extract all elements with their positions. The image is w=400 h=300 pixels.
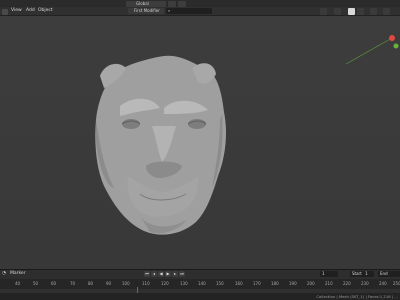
current-frame-field[interactable]: 1: [320, 271, 338, 277]
play-reverse-button[interactable]: ◀: [158, 271, 164, 277]
status-info: Collection | Mesh (SKT_1) | Faces:1,216 …: [316, 294, 398, 299]
ruler-tick: 40: [15, 281, 21, 286]
start-value: 1: [365, 271, 368, 276]
view-dropdown[interactable]: First Modifier: [128, 8, 164, 14]
viewport-header: View Add Object First Modifier ⌕: [0, 7, 400, 16]
editor-type-icon[interactable]: [2, 9, 8, 15]
play-button[interactable]: ▶: [165, 271, 171, 277]
ruler-tick: 110: [142, 281, 150, 286]
jump-start-button[interactable]: ⏮: [144, 271, 150, 277]
ruler-tick: 210: [325, 281, 333, 286]
ruler-tick: 90: [106, 281, 112, 286]
overlay-icon[interactable]: [320, 8, 327, 15]
ruler-tick: 140: [198, 281, 206, 286]
menu-object[interactable]: Object: [36, 8, 55, 14]
status-bar: Collection | Mesh (SKT_1) | Faces:1,216 …: [0, 293, 400, 300]
end-label: End: [380, 271, 388, 276]
prev-keyframe-button[interactable]: ◂: [151, 271, 157, 277]
ruler-tick: 60: [51, 281, 57, 286]
lion-head-mesh[interactable]: [95, 55, 226, 235]
ruler-tick: 70: [70, 281, 76, 286]
navigation-gizmo[interactable]: [345, 35, 399, 65]
search-field[interactable]: ⌕: [166, 8, 212, 14]
ruler-tick: 160: [235, 281, 243, 286]
timeline-editor-icon[interactable]: ◔: [0, 271, 8, 277]
ruler-tick: 230: [361, 281, 369, 286]
solid-shading-icon[interactable]: [348, 8, 355, 15]
menu-view[interactable]: View: [9, 8, 24, 14]
end-frame-field[interactable]: End: [378, 271, 400, 277]
ruler-tick: 120: [161, 281, 169, 286]
ruler-tick: 80: [88, 281, 94, 286]
ruler-tick: 50: [33, 281, 39, 286]
ruler-tick: 240: [379, 281, 387, 286]
view-dropdown-label: First Modifier: [134, 8, 160, 13]
material-shading-icon[interactable]: [370, 8, 377, 15]
jump-end-button[interactable]: ⏭: [179, 271, 185, 277]
ruler-tick: 150: [216, 281, 224, 286]
viewport-scene: [95, 35, 399, 235]
ruler-tick: 200: [307, 281, 315, 286]
wireframe-icon[interactable]: [357, 8, 364, 15]
search-icon: ⌕: [168, 8, 171, 13]
ruler-tick: 170: [253, 281, 261, 286]
ruler-tick: 100: [122, 281, 130, 286]
menu-marker[interactable]: Marker: [8, 271, 28, 277]
ruler-tick: 180: [271, 281, 279, 286]
start-frame-field[interactable]: Start 1: [350, 271, 374, 277]
ruler-tick: 250: [393, 281, 400, 286]
xray-icon[interactable]: [334, 8, 341, 15]
top-bar: Global: [0, 0, 400, 7]
3d-viewport[interactable]: [0, 16, 400, 269]
next-keyframe-button[interactable]: ▸: [172, 271, 178, 277]
timeline-header: ◔ Marker: [0, 269, 400, 279]
menu-add[interactable]: Add: [24, 8, 37, 14]
start-label: Start: [352, 271, 362, 276]
ruler-tick: 220: [343, 281, 351, 286]
ruler-tick: 130: [180, 281, 188, 286]
ruler-tick: 190: [289, 281, 297, 286]
rendered-shading-icon[interactable]: [383, 8, 390, 15]
